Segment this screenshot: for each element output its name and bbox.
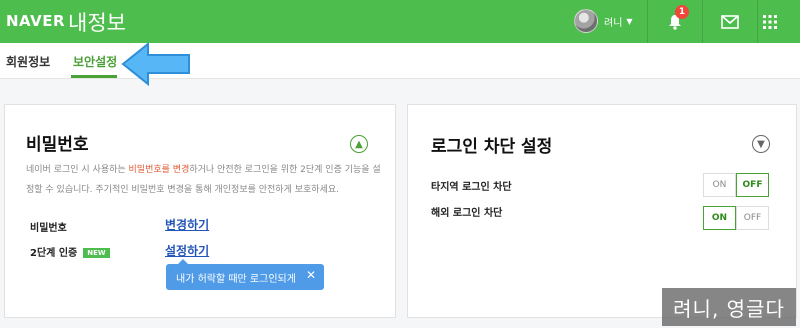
toggle-off-option[interactable]: OFF [736, 206, 769, 230]
watermark: 려니, 영글다 [662, 288, 796, 326]
notification-badge: 1 [675, 5, 689, 19]
page-title[interactable]: 내정보 [68, 7, 126, 37]
notifications-button[interactable] [648, 0, 702, 43]
mail-icon [721, 14, 739, 29]
avatar [574, 9, 598, 33]
password-card-title: 비밀번호 [26, 135, 89, 155]
arrow-icon [121, 41, 190, 87]
toggle-off-option[interactable]: OFF [736, 173, 769, 197]
tooltip-text: 내가 허락할 때만 로그인되게 [176, 273, 296, 285]
region-block-toggle[interactable]: ON OFF [703, 173, 769, 197]
apps-grid-icon [763, 14, 777, 29]
profile-name: 려니 [604, 17, 623, 29]
toggle-on-option[interactable]: ON [703, 173, 736, 197]
change-password-link[interactable]: 변경하기 [165, 216, 209, 233]
password-label: 비밀번호 [30, 223, 67, 234]
description-text: 네이버 로그인 시 사용하는 [26, 165, 129, 175]
chevron-down-icon: ▼ [626, 16, 633, 26]
top-bar: NAVER 내정보 려니 ▼ 1 [0, 0, 800, 43]
close-icon[interactable]: ✕ [306, 268, 316, 282]
two-factor-label-text: 2단계 인증 [30, 248, 78, 259]
toggle-on-option[interactable]: ON [703, 206, 736, 230]
naver-logo[interactable]: NAVER [6, 12, 65, 30]
login-block-card-title: 로그인 차단 설정 [431, 137, 553, 157]
two-factor-setup-link[interactable]: 설정하기 [165, 242, 209, 259]
two-factor-label: 2단계 인증 NEW [30, 244, 110, 259]
overseas-block-toggle[interactable]: ON OFF [703, 206, 769, 230]
profile-menu[interactable]: 려니 ▼ [574, 8, 633, 34]
tab-member-info[interactable]: 회원정보 [6, 53, 50, 70]
region-block-label: 타지역 로그인 차단 [431, 182, 512, 193]
active-tab-indicator [71, 75, 117, 78]
new-badge: NEW [83, 248, 110, 258]
apps-button[interactable] [743, 0, 797, 43]
overseas-block-label: 해외 로그인 차단 [431, 208, 503, 219]
chevron-down-icon[interactable]: ▼ [752, 135, 770, 153]
chevron-up-icon[interactable]: ▲ [350, 135, 368, 153]
two-factor-tooltip: 내가 허락할 때만 로그인되게 ✕ [166, 259, 324, 290]
description-highlight: 비밀번호를 변경 [128, 165, 190, 175]
tab-security-settings[interactable]: 보안설정 [73, 53, 117, 70]
password-description: 네이버 로그인 시 사용하는 비밀번호를 변경하거나 안전한 로그인을 위한 2… [26, 160, 382, 200]
